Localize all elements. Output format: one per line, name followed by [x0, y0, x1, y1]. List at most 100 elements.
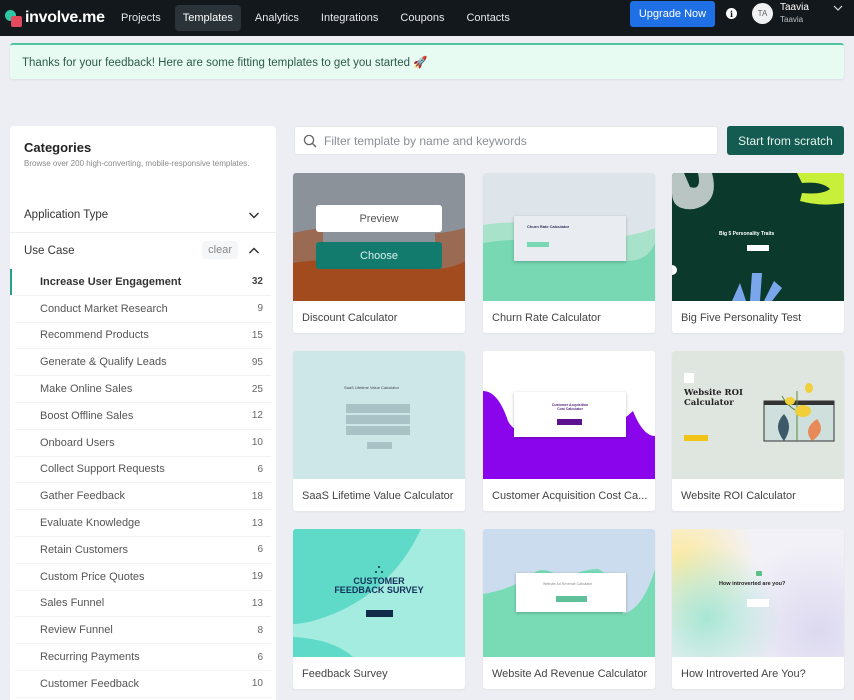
- use-case-label: Retain Customers: [40, 543, 129, 556]
- nav-projects[interactable]: Projects: [113, 5, 169, 31]
- template-thumbnail: How introverted are you?: [672, 529, 844, 657]
- template-card[interactable]: Preview Choose Discount Calculator: [293, 173, 465, 333]
- use-case-label: Use Case: [24, 245, 75, 257]
- thumbnail-heading: Customer Acquisition Cost Calculator: [551, 403, 589, 411]
- logo-icon: [5, 9, 22, 27]
- nav-templates[interactable]: Templates: [174, 5, 241, 31]
- search-icon: [303, 134, 317, 147]
- top-navbar: involve.me Projects Templates Analytics …: [0, 0, 854, 36]
- preview-button[interactable]: Preview: [316, 205, 442, 232]
- thumbnail-heading: Website Ad Revenue Calculator: [543, 582, 593, 586]
- use-case-item[interactable]: Evaluate Knowledge 13: [15, 510, 271, 537]
- use-case-item[interactable]: Review Funnel 8: [15, 617, 271, 645]
- template-thumbnail: Preview Choose: [293, 173, 465, 301]
- use-case-label: Sales Funnel: [40, 597, 105, 610]
- upgrade-now-button[interactable]: Upgrade Now: [630, 1, 715, 27]
- template-title: How Introverted Are You?: [681, 668, 806, 680]
- use-case-item[interactable]: Recommend Products 15: [15, 323, 271, 350]
- use-case-item[interactable]: Retain Customers 6: [15, 537, 271, 564]
- use-case-item[interactable]: Recurring Payments 6: [15, 644, 271, 671]
- template-title: Big Five Personality Test: [681, 312, 802, 324]
- use-case-item[interactable]: Make Online Sales 25: [15, 376, 271, 403]
- logo[interactable]: involve.me: [5, 9, 109, 27]
- template-card[interactable]: CUSTOMER FEEDBACK SURVEY Feedback Survey: [293, 529, 465, 689]
- template-card[interactable]: Website Ad Revenue Calculator Website Ad…: [483, 529, 655, 689]
- template-card[interactable]: Customer Acquisition Cost Calculator Cus…: [483, 351, 655, 511]
- template-title: Churn Rate Calculator: [492, 312, 601, 324]
- start-from-scratch-button[interactable]: Start from scratch: [727, 126, 844, 155]
- template-thumbnail: Big 5 Personality Traits: [672, 173, 844, 301]
- application-type-section[interactable]: Application Type: [10, 197, 276, 233]
- use-case-label: Recurring Payments: [40, 651, 140, 664]
- use-case-count: 6: [257, 651, 263, 663]
- template-card[interactable]: Churn Rate Calculator Churn Rate Calcula…: [483, 173, 655, 333]
- search-input[interactable]: [324, 133, 704, 148]
- use-case-item[interactable]: Onboard Users 10: [15, 430, 271, 457]
- banner-text: Thanks for your feedback! Here are some …: [22, 57, 428, 69]
- chevron-up-icon[interactable]: [248, 245, 260, 257]
- template-card[interactable]: How introverted are you? How Introverted…: [672, 529, 844, 689]
- thumbnail-heading: Big 5 Personality Traits: [719, 231, 775, 237]
- nav-analytics[interactable]: Analytics: [247, 5, 307, 31]
- brand-name: involve.me: [25, 9, 105, 26]
- nav-contacts[interactable]: Contacts: [458, 5, 517, 31]
- avatar[interactable]: TA: [752, 3, 773, 24]
- application-type-label: Application Type: [24, 208, 109, 221]
- user-name[interactable]: Taavia: [780, 2, 809, 13]
- use-case-count: 18: [251, 490, 263, 502]
- use-case-label: Increase User Engagement: [40, 275, 182, 288]
- use-case-label: Boost Offline Sales: [40, 409, 134, 422]
- use-case-item[interactable]: Custom Price Quotes 19: [15, 564, 271, 591]
- thumbnail-heading: CUSTOMER FEEDBACK SURVEY: [334, 576, 424, 595]
- template-title: Customer Acquisition Cost Ca...: [492, 490, 648, 502]
- thumbnail-heading: Churn Rate Calculator: [527, 224, 570, 229]
- categories-title: Categories: [24, 140, 92, 155]
- use-case-item[interactable]: Generate & Qualify Leads 95: [15, 349, 271, 377]
- chevron-down-icon[interactable]: [833, 3, 843, 13]
- use-case-item[interactable]: Boost Offline Sales 12: [15, 403, 271, 430]
- template-card[interactable]: Big 5 Personality Traits Big Five Person…: [672, 173, 844, 333]
- template-card[interactable]: SaaS Lifetime Value Calculator SaaS Life…: [293, 351, 465, 511]
- chevron-down-icon[interactable]: [248, 209, 260, 221]
- use-case-label: Recommend Products: [40, 329, 149, 342]
- use-case-label: Evaluate Knowledge: [40, 517, 141, 530]
- info-icon[interactable]: i: [726, 8, 737, 19]
- thumbnail-card: Website Ad Revenue Calculator: [516, 573, 626, 612]
- template-thumbnail: Website ROI Calculator: [672, 351, 844, 479]
- template-thumbnail: Website Ad Revenue Calculator: [483, 529, 655, 657]
- template-thumbnail: Churn Rate Calculator: [483, 173, 655, 301]
- template-title: Discount Calculator: [302, 312, 398, 324]
- nav-coupons[interactable]: Coupons: [392, 5, 452, 31]
- use-case-label: Customer Feedback: [40, 677, 140, 690]
- template-title: SaaS Lifetime Value Calculator: [302, 490, 454, 502]
- template-card[interactable]: Website ROI Calculator Website ROI Calcu…: [672, 351, 844, 511]
- use-case-count: 9: [257, 303, 263, 315]
- use-case-item[interactable]: Collect Support Requests 6: [15, 457, 271, 484]
- use-case-item[interactable]: Increase User Engagement 32: [10, 269, 271, 296]
- main-nav: Projects Templates Analytics Integration…: [113, 5, 524, 31]
- use-case-item[interactable]: Sales Funnel 13: [15, 591, 271, 618]
- use-case-item[interactable]: Conduct Market Research 9: [15, 296, 271, 323]
- nav-integrations[interactable]: Integrations: [313, 5, 386, 31]
- thumbnail-heading: How introverted are you?: [719, 581, 786, 587]
- use-case-count: 10: [251, 437, 263, 449]
- template-thumbnail: CUSTOMER FEEDBACK SURVEY: [293, 529, 465, 657]
- workspace-name: Taavia: [780, 15, 804, 24]
- use-case-item[interactable]: Gather Feedback 18: [15, 483, 271, 511]
- use-case-label: Review Funnel: [40, 624, 113, 637]
- thumbnail-heading: SaaS Lifetime Value Calculator: [344, 385, 400, 390]
- use-case-count: 19: [251, 571, 263, 583]
- thumbnail-art: [763, 383, 835, 442]
- thumbnail-card: Customer Acquisition Cost Calculator: [514, 392, 626, 437]
- use-case-section[interactable]: Use Case clear: [10, 233, 276, 269]
- clear-button[interactable]: clear: [202, 241, 238, 259]
- categories-sidebar: Categories Browse over 200 high-converti…: [10, 126, 276, 700]
- choose-button[interactable]: Choose: [316, 242, 442, 269]
- use-case-item[interactable]: Customer Feedback 10: [15, 671, 271, 698]
- template-thumbnail: Customer Acquisition Cost Calculator: [483, 351, 655, 479]
- use-case-label: Onboard Users: [40, 436, 115, 449]
- use-case-label: Gather Feedback: [40, 490, 125, 503]
- template-search[interactable]: [294, 126, 718, 155]
- use-case-label: Collect Support Requests: [40, 463, 165, 476]
- feedback-banner: Thanks for your feedback! Here are some …: [10, 43, 844, 79]
